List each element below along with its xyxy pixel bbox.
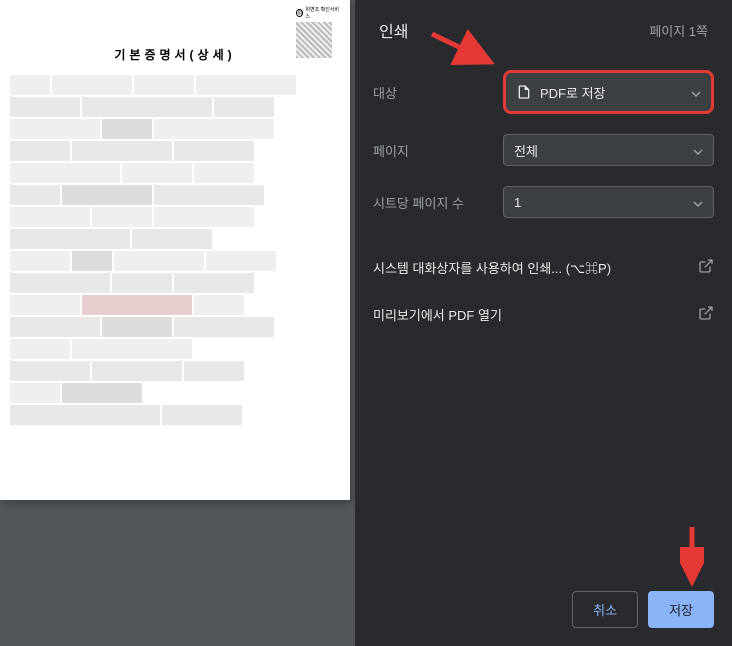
- save-button[interactable]: 저장: [648, 591, 714, 628]
- redacted-content: [10, 75, 340, 425]
- qr-verification-box: 위 위변조 확인서비스: [296, 6, 340, 50]
- print-preview-pane: 위 위변조 확인서비스 기본증명서(상세): [0, 0, 355, 646]
- system-dialog-link[interactable]: 시스템 대화상자를 사용하여 인쇄... (⌥⌘P): [373, 244, 714, 291]
- cancel-button[interactable]: 취소: [572, 591, 638, 628]
- page-count-label: 페이지 1쪽: [649, 21, 708, 40]
- system-dialog-text: 시스템 대화상자를 사용하여 인쇄... (⌥⌘P): [373, 258, 611, 277]
- qr-label-text: 위변조 확인서비스: [305, 6, 340, 20]
- print-settings-panel: 인쇄 페이지 1쪽 대상 PDF로 저장 페이지 전체: [355, 0, 732, 646]
- open-preview-link[interactable]: 미리보기에서 PDF 열기: [373, 291, 714, 338]
- pages-per-sheet-value: 1: [514, 195, 521, 210]
- destination-value: PDF로 저장: [540, 83, 606, 102]
- open-preview-text: 미리보기에서 PDF 열기: [373, 305, 502, 324]
- pages-dropdown[interactable]: 전체: [503, 134, 714, 166]
- destination-dropdown[interactable]: PDF로 저장: [503, 70, 714, 114]
- panel-title: 인쇄: [379, 18, 408, 42]
- chevron-down-icon: [691, 85, 701, 100]
- chevron-down-icon: [693, 143, 703, 158]
- document-title: 기본증명서(상세): [10, 46, 340, 63]
- pages-per-sheet-label: 시트당 페이지 수: [373, 193, 503, 212]
- chevron-down-icon: [693, 195, 703, 210]
- pages-per-sheet-dropdown[interactable]: 1: [503, 186, 714, 218]
- document-page-preview: 위 위변조 확인서비스 기본증명서(상세): [0, 0, 350, 500]
- destination-label: 대상: [373, 83, 503, 102]
- pages-label: 페이지: [373, 141, 503, 160]
- external-link-icon: [698, 258, 714, 277]
- qr-pattern: [296, 22, 332, 58]
- pages-value: 전체: [514, 141, 538, 160]
- document-icon: [516, 84, 532, 100]
- external-link-icon: [698, 305, 714, 324]
